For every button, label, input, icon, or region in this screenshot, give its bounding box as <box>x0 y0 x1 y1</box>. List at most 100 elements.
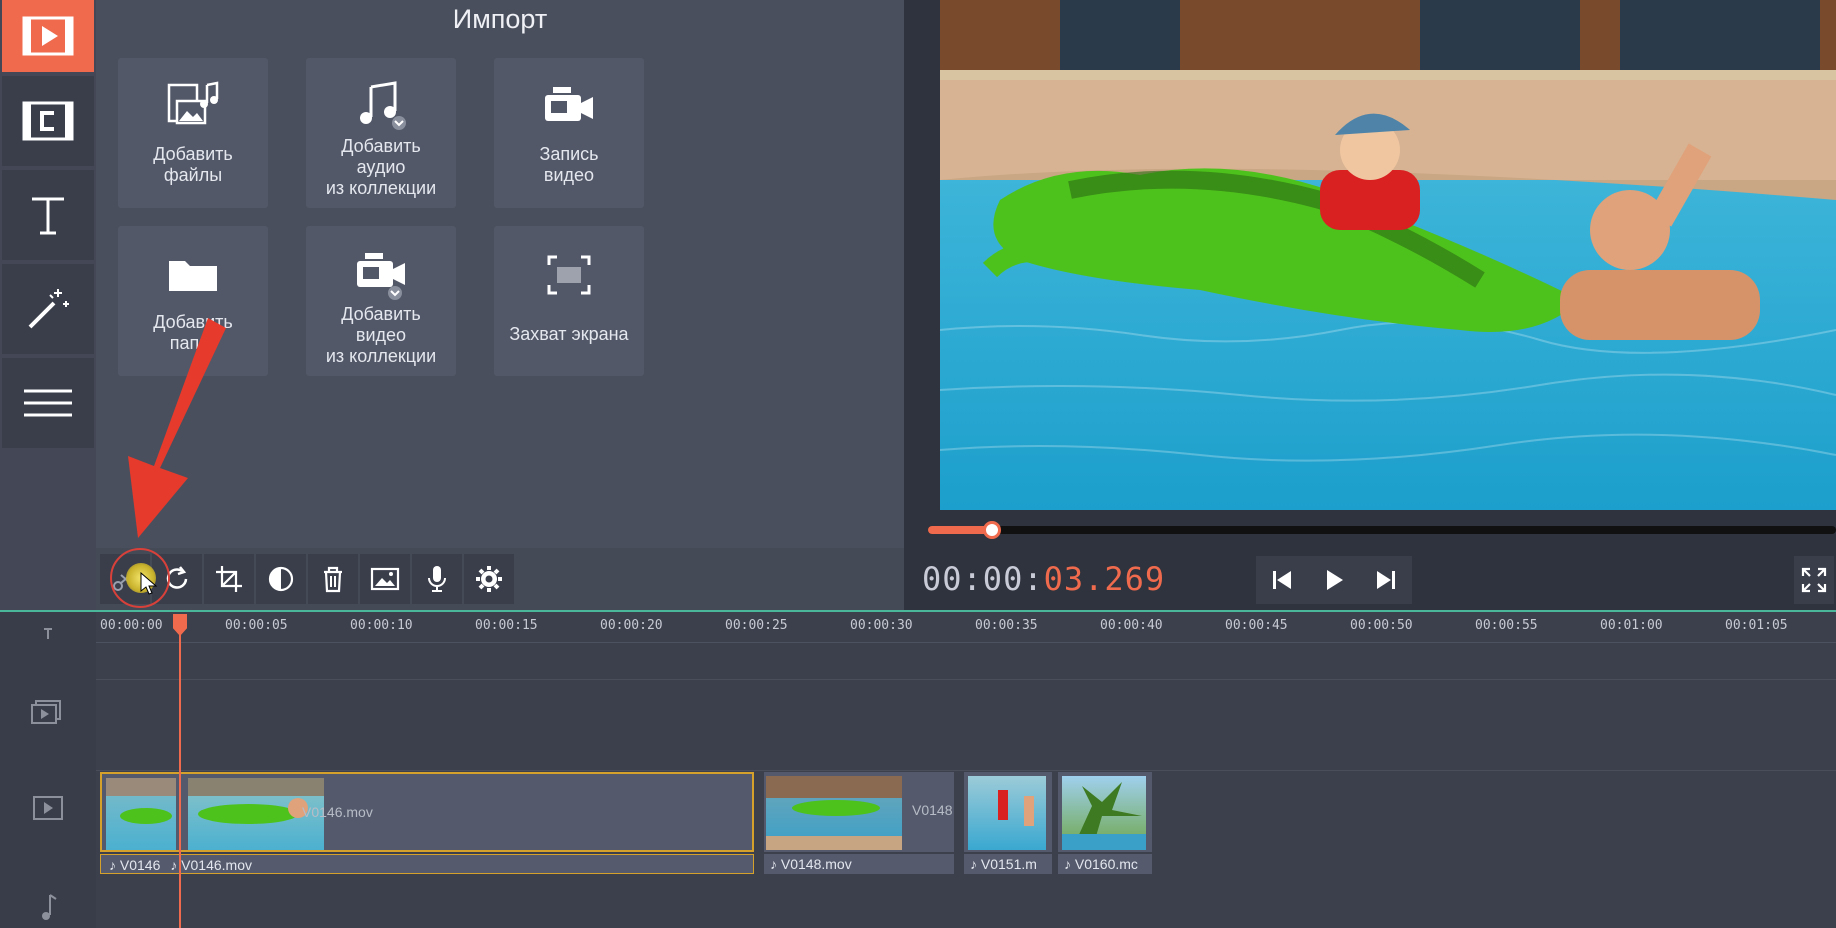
timecode-main: 00:00: <box>922 560 1044 598</box>
music-note-icon: ♪ <box>170 857 178 873</box>
music-note-icon <box>42 894 57 920</box>
clip-thumbnail <box>106 778 176 850</box>
tile-label: Добавить аудио из коллекции <box>325 136 437 198</box>
screen-capture-button[interactable]: Захват экрана <box>494 226 644 376</box>
clip-name: V0148 <box>912 802 953 818</box>
fullscreen-icon <box>1801 567 1827 593</box>
add-files-button[interactable]: Добавить файлы <box>118 58 268 208</box>
tick-label: 00:00:45 <box>1225 618 1288 633</box>
timecode-display: 00:00:03.269 <box>922 560 1165 598</box>
tile-label: Запись видео <box>539 144 599 185</box>
seek-track[interactable] <box>928 521 1836 539</box>
time-ruler[interactable]: 00:00:00 00:00:05 00:00:10 00:00:15 00:0… <box>96 612 1836 643</box>
previous-frame-button[interactable] <box>1256 556 1308 604</box>
seek-handle[interactable] <box>982 521 1001 539</box>
magic-wand-icon <box>28 289 69 329</box>
audio-clip[interactable]: ♪ V0148.mov <box>764 854 954 874</box>
next-frame-button[interactable] <box>1360 556 1412 604</box>
microphone-icon <box>428 566 446 592</box>
screen-capture-icon <box>547 255 591 295</box>
clip-thumbnail-image <box>106 778 176 824</box>
transition-icon <box>22 101 74 141</box>
tick-label: 00:00:40 <box>1100 618 1163 633</box>
video-clip[interactable] <box>964 772 1052 852</box>
audio-clip[interactable]: ♪ V0160.mc <box>1058 854 1152 874</box>
play-icon <box>1327 570 1343 590</box>
clip-thumbnail <box>1062 776 1146 850</box>
music-note-icon: ♪ <box>109 857 116 873</box>
record-video-icon <box>545 87 593 121</box>
nav-menu-button[interactable] <box>2 358 94 448</box>
nav-import-button[interactable] <box>2 0 94 72</box>
playhead-line[interactable] <box>179 614 181 928</box>
music-note-icon: ♪ <box>970 856 977 872</box>
text-track[interactable] <box>96 643 1836 680</box>
tick-label: 00:01:00 <box>1600 618 1663 633</box>
tick-label: 00:00:35 <box>975 618 1038 633</box>
audio-clip-selected[interactable]: ♪ V0146 ♪ V0146.mov <box>100 854 754 874</box>
audio-clip-name: V0151.m <box>980 856 1037 872</box>
skip-forward-icon <box>1377 571 1395 589</box>
video-frame[interactable] <box>940 0 1836 510</box>
nav-titles-button[interactable] <box>2 170 94 260</box>
nav-effects-button[interactable] <box>2 264 94 354</box>
color-adjust-button[interactable] <box>256 554 306 604</box>
timeline: 00:00:00 00:00:05 00:00:10 00:00:15 00:0… <box>0 610 1836 928</box>
settings-icon <box>476 566 502 592</box>
delete-icon <box>324 566 342 593</box>
clip-thumbnail-image <box>766 776 902 850</box>
tick-label: 00:00:50 <box>1350 618 1413 633</box>
clip-thumbnail <box>968 776 1046 850</box>
track-header-column <box>0 612 96 928</box>
tick-label: 00:00:10 <box>350 618 413 633</box>
audio-clip-name: V0160.mc <box>1074 856 1138 872</box>
video-clip[interactable]: V0148 <box>764 772 954 852</box>
settings-button[interactable] <box>464 554 514 604</box>
add-folder-icon <box>169 261 217 291</box>
overlay-track-icon <box>24 692 72 732</box>
clip-thumbnail-image <box>1062 782 1146 850</box>
tick-label: 00:00:30 <box>850 618 913 633</box>
tick-label: 00:00:15 <box>475 618 538 633</box>
video-clip-selected[interactable]: V0146.mov <box>100 772 754 852</box>
image-button[interactable] <box>360 554 410 604</box>
image-icon <box>370 567 400 591</box>
text-track-icon <box>24 628 72 656</box>
clip-name: V0146.mov <box>302 804 373 820</box>
crop-button[interactable] <box>204 554 254 604</box>
music-note-icon: ♪ <box>1064 856 1071 872</box>
tick-label: 00:00:05 <box>225 618 288 633</box>
tile-label: Добавить файлы <box>153 144 233 185</box>
add-video-collection-icon <box>357 253 405 300</box>
edit-toolbar <box>96 548 904 610</box>
audio-clip[interactable]: ♪ V0151.m <box>964 854 1052 874</box>
video-image <box>940 0 1836 510</box>
add-files-icon <box>167 81 219 125</box>
tick-label: 00:00:25 <box>725 618 788 633</box>
add-audio-collection-button[interactable]: Добавить аудио из коллекции <box>306 58 456 208</box>
add-audio-collection-icon <box>360 81 406 130</box>
tick-label: 00:01:05 <box>1725 618 1788 633</box>
video-track[interactable]: V0146.mov V0148 ♪ V0146 ♪ V0146.mov ♪ V0… <box>96 770 1836 902</box>
microphone-button[interactable] <box>412 554 462 604</box>
crop-icon <box>216 566 242 592</box>
fullscreen-button[interactable] <box>1794 556 1834 604</box>
delete-button[interactable] <box>308 554 358 604</box>
player-controls: 00:00:03.269 <box>904 548 1836 610</box>
text-icon <box>32 197 64 235</box>
video-clip[interactable] <box>1058 772 1152 852</box>
nav-transitions-button[interactable] <box>2 76 94 166</box>
add-video-collection-button[interactable]: Добавить видео из коллекции <box>306 226 456 376</box>
overlay-track[interactable] <box>96 680 1836 771</box>
color-adjust-icon <box>268 566 294 592</box>
text-icon <box>44 628 52 639</box>
annotation-arrow-icon <box>128 318 226 538</box>
timecode-ms: 03.269 <box>1043 560 1166 598</box>
play-button[interactable] <box>1308 556 1360 604</box>
record-video-button[interactable]: Запись видео <box>494 58 644 208</box>
film-icon <box>33 796 63 820</box>
skip-back-icon <box>1273 571 1291 589</box>
audio-track[interactable] <box>96 902 1836 928</box>
film-import-icon <box>22 16 74 56</box>
music-note-icon: ♪ <box>770 856 777 872</box>
